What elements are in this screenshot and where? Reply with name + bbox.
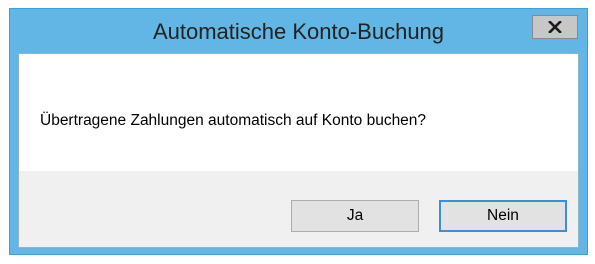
dialog-body: Übertragene Zahlungen automatisch auf Ko… — [18, 53, 579, 248]
no-button[interactable]: Nein — [439, 200, 567, 232]
dialog-title: Automatische Konto-Buchung — [152, 19, 445, 44]
button-bar: Ja Nein — [19, 171, 578, 247]
close-icon — [548, 21, 562, 33]
dialog-window: Automatische Konto-Buchung Übertragene Z… — [9, 8, 588, 255]
yes-button[interactable]: Ja — [291, 200, 419, 232]
close-button[interactable] — [532, 15, 578, 39]
dialog-message: Übertragene Zahlungen automatisch auf Ko… — [40, 112, 427, 129]
title-bar[interactable]: Automatische Konto-Buchung — [10, 9, 587, 53]
